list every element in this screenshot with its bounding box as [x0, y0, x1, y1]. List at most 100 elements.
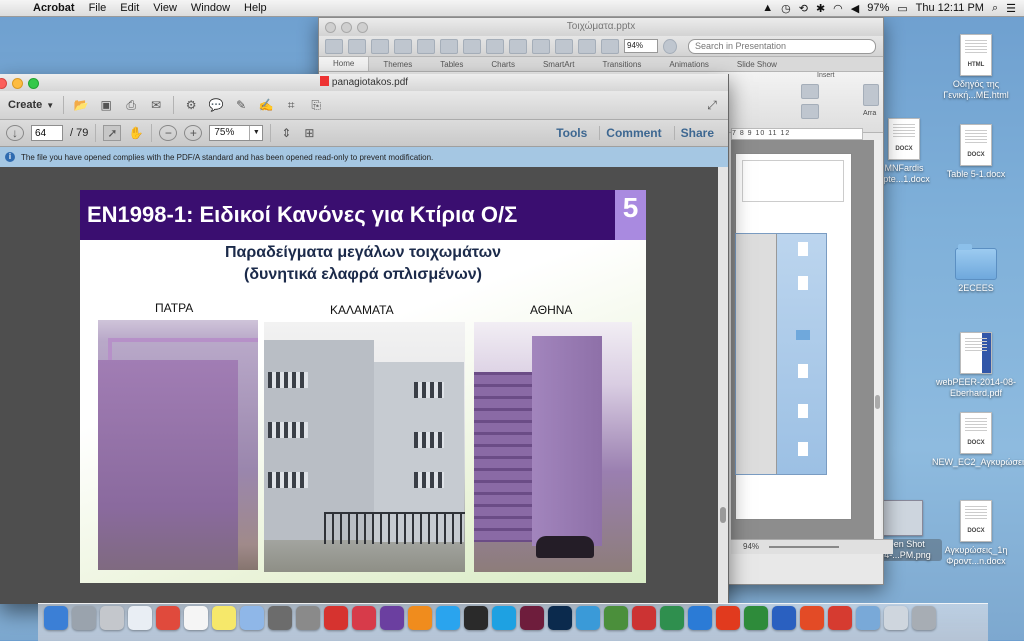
tab-slide-show[interactable]: Slide Show [723, 60, 791, 69]
paste-icon[interactable] [486, 38, 504, 54]
ppt-titlebar[interactable]: Τοιχώματα.pptx [319, 18, 883, 36]
fit-page-icon[interactable]: ⊞ [301, 126, 317, 140]
tab-home[interactable]: Home [319, 57, 370, 71]
arrange-icon[interactable] [863, 84, 879, 106]
dock-app-icon[interactable] [688, 606, 712, 630]
dock-app-icon[interactable] [632, 606, 656, 630]
sidebar-icon[interactable] [601, 38, 619, 54]
dock-app-icon[interactable] [828, 606, 852, 630]
print-icon[interactable]: ⎙ [123, 98, 139, 112]
share-link[interactable]: Share [673, 126, 720, 140]
dock-app-icon[interactable] [772, 606, 796, 630]
email-icon[interactable]: ✉ [148, 98, 164, 112]
desktop-icon-table[interactable]: DOCX Table 5-1.docx [932, 124, 1020, 180]
dock-app-icon[interactable] [604, 606, 628, 630]
desktop-icon-webpeer[interactable]: webPEER-2014-08-Eberhard.pdf [932, 332, 1020, 399]
clock[interactable]: Thu 12:11 PM [916, 2, 984, 14]
dock-app-icon[interactable] [436, 606, 460, 630]
dock-app-icon[interactable] [212, 606, 236, 630]
dock-app-icon[interactable] [800, 606, 824, 630]
zoom-in-icon[interactable]: + [184, 125, 203, 141]
menu-help[interactable]: Help [237, 2, 274, 14]
ppt-slide-textbox[interactable] [742, 160, 844, 202]
dock-app-icon[interactable] [100, 606, 124, 630]
new-icon[interactable] [325, 38, 343, 54]
textbox-icon[interactable] [801, 84, 819, 99]
dock-app-icon[interactable] [716, 606, 740, 630]
dock-app-icon[interactable] [296, 606, 320, 630]
undo-icon[interactable] [532, 38, 550, 54]
dock-app-icon[interactable] [660, 606, 684, 630]
zoom-select[interactable]: 75% ▼ [209, 125, 264, 141]
copy-icon[interactable] [463, 38, 481, 54]
dock-app-icon[interactable] [380, 606, 404, 630]
sync-icon[interactable]: ⟲ [799, 2, 808, 15]
dock-app-icon[interactable] [44, 606, 68, 630]
scroll-thumb[interactable] [720, 507, 726, 523]
wifi-icon[interactable]: ◠ [833, 2, 843, 15]
close-icon[interactable] [325, 22, 336, 33]
create-button[interactable]: Create ▼ [8, 99, 54, 111]
dock-app-icon[interactable] [548, 606, 572, 630]
open-icon[interactable] [371, 38, 389, 54]
cut-icon[interactable] [440, 38, 458, 54]
battery-icon[interactable]: ▭ [897, 2, 907, 15]
bluetooth-icon[interactable]: ✱ [816, 2, 825, 15]
sign-icon[interactable]: ✍ [258, 98, 274, 112]
acrobat-status-icon[interactable]: ▲ [762, 2, 773, 14]
templates-icon[interactable] [348, 38, 366, 54]
menu-edit[interactable]: Edit [113, 2, 146, 14]
tab-transitions[interactable]: Transitions [589, 60, 656, 69]
redo-icon[interactable] [555, 38, 573, 54]
minimize-icon[interactable] [341, 22, 352, 33]
dock-app-icon[interactable] [352, 606, 376, 630]
print-icon[interactable] [417, 38, 435, 54]
hand-tool-icon[interactable]: ✋ [128, 126, 144, 140]
spotlight-icon[interactable]: ⌕ [992, 2, 998, 15]
desktop-icon-2ecees[interactable]: 2ECEES [932, 244, 1020, 294]
stamp-icon[interactable]: ⌗ [283, 98, 299, 112]
desktop-icon-agkyroseis[interactable]: DOCX Αγκυρώσεις_1η Φροντ...n.docx [932, 500, 1020, 567]
dock-app-icon[interactable] [156, 606, 180, 630]
dock-app-icon[interactable] [492, 606, 516, 630]
page-number-input[interactable] [31, 125, 63, 141]
tools-link[interactable]: Tools [550, 126, 593, 140]
zoom-icon[interactable] [357, 22, 368, 33]
minimize-icon[interactable] [12, 78, 23, 89]
close-icon[interactable] [0, 78, 7, 89]
acrobat-titlebar[interactable]: panagiotakos.pdf [0, 74, 728, 91]
dock-app-icon[interactable] [520, 606, 544, 630]
volume-icon[interactable]: ◀ [851, 2, 859, 15]
ppt-vertical-scrollbar[interactable] [874, 140, 881, 540]
comment-link[interactable]: Comment [599, 126, 667, 140]
menu-file[interactable]: File [82, 2, 114, 14]
desktop-icon-new-ec2[interactable]: DOCX NEW_EC2_Αγκυρώσεις...n.docx [932, 412, 1024, 468]
next-page-icon[interactable]: ↓ [6, 125, 24, 141]
fullscreen-icon[interactable]: ⤢ [704, 98, 720, 112]
time-machine-icon[interactable]: ◷ [781, 2, 791, 15]
dock-app-icon[interactable] [128, 606, 152, 630]
help-icon[interactable] [663, 38, 677, 54]
zoom-icon[interactable] [28, 78, 39, 89]
dock-app-icon[interactable] [856, 606, 880, 630]
select-tool-icon[interactable]: ➚ [103, 125, 122, 141]
attach-icon[interactable]: ⎘ [308, 98, 324, 112]
menu-view[interactable]: View [146, 2, 184, 14]
zoom-out-icon[interactable]: − [159, 125, 178, 141]
notification-center-icon[interactable]: ☰ [1006, 2, 1016, 15]
dock-app-icon[interactable] [744, 606, 768, 630]
dock-app-icon[interactable] [324, 606, 348, 630]
dock-app-icon[interactable] [184, 606, 208, 630]
dock-app-icon[interactable] [72, 606, 96, 630]
dock-app-icon[interactable] [884, 606, 908, 630]
battery-percent[interactable]: 97% [867, 2, 889, 14]
tab-tables[interactable]: Tables [426, 60, 477, 69]
grid-icon[interactable] [578, 38, 596, 54]
zoom-slider[interactable] [769, 545, 840, 548]
scroll-mode-icon[interactable]: ⇕ [278, 126, 294, 140]
open-icon[interactable]: 📂 [73, 98, 89, 112]
tab-themes[interactable]: Themes [369, 60, 426, 69]
dock-app-icon[interactable] [464, 606, 488, 630]
gear-icon[interactable]: ⚙ [183, 98, 199, 112]
save-icon[interactable]: ▣ [98, 98, 114, 112]
